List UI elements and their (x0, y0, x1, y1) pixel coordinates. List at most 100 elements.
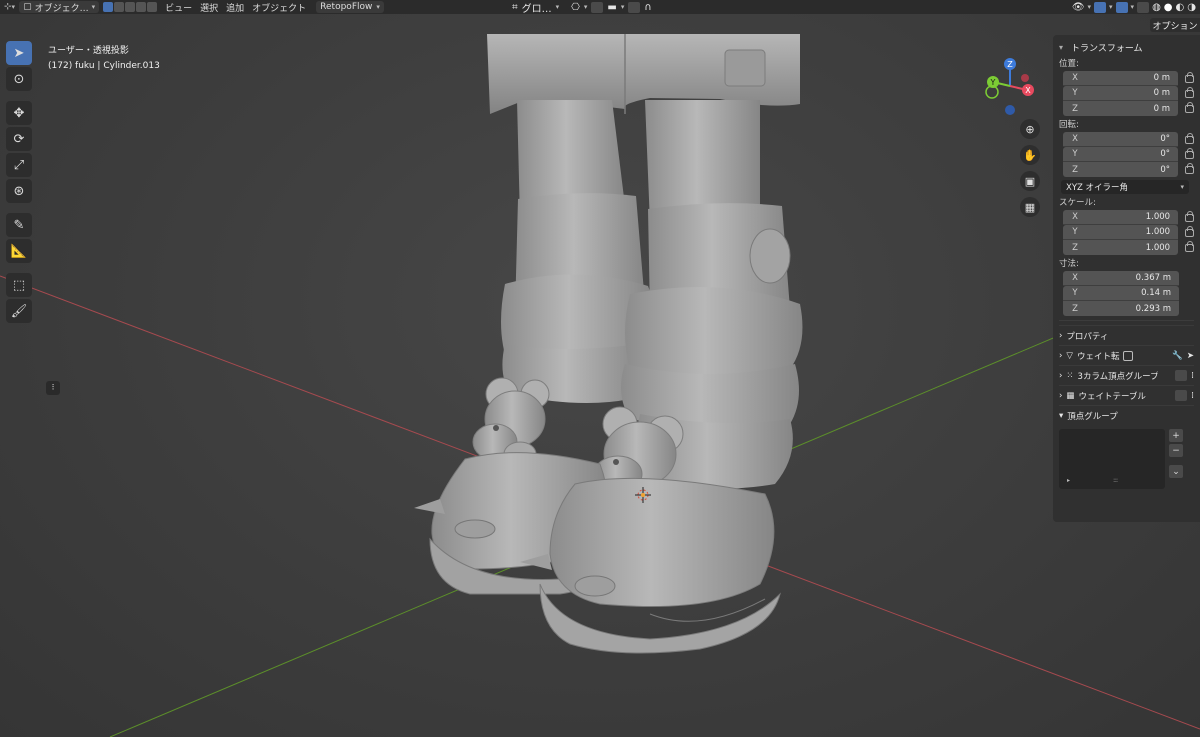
scale-label: スケール: (1059, 198, 1096, 208)
rotation-y-field[interactable]: Y 0° (1063, 147, 1179, 162)
menu-object[interactable]: オブジェクト (248, 0, 310, 14)
location-x-field[interactable]: X 0 m (1063, 71, 1179, 86)
retopoflow-button[interactable]: RetopoFlow ▾ (316, 1, 384, 13)
menu-select[interactable]: 選択 (196, 0, 222, 14)
transform-tool-icon[interactable]: ⊛ (6, 179, 32, 203)
snap-type-icon[interactable]: ▬ (607, 2, 616, 13)
axis-label: Z (1072, 103, 1078, 114)
menu-view[interactable]: ビュー (161, 0, 196, 14)
viewport-header: ⊹ ▾ ▢ オブジェク… ▾ ビュー 選択 追加 オブジェクト RetopoFlo… (0, 0, 1200, 15)
lock-icon[interactable] (1185, 101, 1194, 113)
mode-label: オブジェク… (34, 3, 89, 14)
add-cube-tool-icon[interactable]: ⬚ (6, 273, 32, 297)
rotation-fields: X 0° Y 0° Z 0° (1059, 132, 1194, 177)
field-value: 0.14 m (1141, 288, 1171, 298)
rotation-mode-dropdown[interactable]: XYZ オイラー角 ▾ (1061, 180, 1189, 194)
transform-panel-header[interactable]: ▾ トランスフォーム (1059, 39, 1194, 55)
wireframe-shading-icon[interactable]: ◍ (1152, 2, 1161, 13)
solid-shading-icon[interactable]: ● (1164, 2, 1173, 13)
menu-icon[interactable]: ⌄ (1169, 465, 1183, 478)
location-y-field[interactable]: Y 0 m (1063, 86, 1179, 101)
lock-icon[interactable] (1185, 71, 1194, 83)
proportional-edit-icon[interactable] (628, 1, 641, 13)
lock-icon[interactable] (1185, 225, 1194, 237)
panel-dropdown[interactable] (1175, 370, 1188, 381)
falloff-icon[interactable]: ∩ (644, 2, 651, 13)
annotate-tool-icon[interactable]: ✎ (6, 213, 32, 237)
move-tool-icon[interactable]: ✥ (6, 101, 32, 125)
material-shading-icon[interactable]: ◐ (1176, 2, 1185, 13)
properties-panel-header[interactable]: › プロパティ (1059, 325, 1194, 345)
lock-icon[interactable] (1185, 132, 1194, 144)
select-invert-icon[interactable] (136, 2, 147, 12)
select-box-icon[interactable] (103, 2, 114, 12)
cursor-tool-icon[interactable]: ⊙ (6, 67, 32, 91)
rotate-tool-icon[interactable]: ⟳ (6, 127, 32, 151)
scale-z-field[interactable]: Z 1.000 (1063, 240, 1179, 255)
visibility-icon[interactable]: 👁 (1072, 2, 1085, 13)
expand-filter-icon[interactable]: ▸ (1067, 477, 1070, 484)
camera-icon[interactable]: ▣ (1020, 171, 1040, 191)
lock-icon[interactable] (1185, 162, 1194, 174)
add-icon[interactable]: + (1169, 429, 1183, 442)
chevron-down-icon: ▾ (1180, 183, 1184, 191)
lock-icon[interactable] (1185, 210, 1194, 222)
lock-icon[interactable] (1185, 240, 1194, 252)
vertex-groups-list: ▸ :::: + − ⌄ (1059, 429, 1194, 489)
wrench-icon[interactable]: 🔧 (1172, 351, 1183, 361)
rotation-z-field[interactable]: Z 0° (1063, 162, 1179, 177)
perspective-grid-icon[interactable]: ▦ (1020, 197, 1040, 217)
gizmo-toggle-icon[interactable] (1094, 1, 1107, 13)
gizmo-neg-x[interactable] (1021, 74, 1029, 82)
remove-icon[interactable]: − (1169, 444, 1183, 457)
mode-dropdown[interactable]: ▢ オブジェク… ▾ (19, 1, 100, 14)
vertex-group-listbox[interactable]: ▸ :::: (1059, 429, 1165, 489)
paint-tool-icon[interactable]: 🖌 (6, 299, 32, 323)
scale-x-field[interactable]: X 1.000 (1063, 210, 1179, 225)
dimensions-x-field[interactable]: X 0.367 m (1063, 271, 1179, 286)
rendered-shading-icon[interactable]: ◑ (1187, 2, 1196, 13)
lock-icon[interactable] (1185, 86, 1194, 98)
select-extend-icon[interactable] (114, 2, 125, 12)
editor-type-button[interactable]: ⊹ ▾ (0, 0, 19, 14)
resize-grip-icon[interactable]: :::: (1113, 477, 1118, 484)
select-subtract-icon[interactable] (125, 2, 136, 12)
options-button[interactable]: オプション (1150, 18, 1200, 32)
lock-icon[interactable] (1185, 147, 1194, 159)
overlay-toggle-icon[interactable] (1115, 1, 1128, 13)
pan-hand-icon[interactable]: ✋ (1020, 145, 1040, 165)
axis-label: Z (1072, 164, 1078, 175)
drag-handle-icon[interactable]: ⁞ (1191, 371, 1194, 381)
properties-label: プロパティ (1066, 331, 1109, 342)
rotation-x-field[interactable]: X 0° (1063, 132, 1179, 147)
select-intersect-icon[interactable] (147, 2, 158, 12)
snap-toggle-icon[interactable] (591, 1, 604, 13)
menu-add[interactable]: 追加 (222, 0, 248, 14)
vertex-groups-panel-header[interactable]: ▾ 頂点グループ (1059, 405, 1194, 425)
weight-transfer-panel-header[interactable]: › ▽ ウェイト転 🔧 ➤ (1059, 345, 1194, 365)
gizmo-neg-z[interactable] (1005, 105, 1015, 115)
navigation-gizmo[interactable]: Z X Y (975, 54, 1045, 119)
xray-toggle-icon[interactable] (1137, 1, 1150, 13)
select-mode-icons[interactable] (99, 2, 161, 12)
measure-tool-icon[interactable]: 📐 (6, 239, 32, 263)
axis-label: Y (1072, 149, 1078, 159)
dimensions-y-field[interactable]: Y 0.14 m (1063, 286, 1179, 301)
weight-table-panel-header[interactable]: › ▦ ウェイトテーブル ⁞ (1059, 385, 1194, 405)
toolbar-toggle-icon[interactable]: ⁝ (46, 381, 60, 395)
dimensions-z-field[interactable]: Z 0.293 m (1063, 301, 1179, 316)
orientation-dropdown[interactable]: グロ… (522, 0, 552, 15)
cursor-icon[interactable]: ➤ (1187, 351, 1194, 361)
drag-handle-icon[interactable]: ⁞ (1191, 391, 1194, 401)
scale-tool-icon[interactable]: ⤢ (6, 153, 32, 177)
pivot-icon[interactable]: ⎔ (571, 2, 580, 13)
location-z-field[interactable]: Z 0 m (1063, 101, 1179, 116)
3d-viewport[interactable]: ユーザー・透視投影 (172) fuku | Cylinder.013 ⁝ Z … (0, 14, 1200, 737)
zoom-icon[interactable]: ⊕ (1020, 119, 1040, 139)
scale-y-field[interactable]: Y 1.000 (1063, 225, 1179, 240)
three-column-panel-header[interactable]: › ⁙ 3カラム頂点グループ ⁞ (1059, 365, 1194, 385)
panel-dropdown[interactable] (1175, 390, 1188, 401)
select-tool-icon[interactable]: ➤ (6, 41, 32, 65)
rotation-label: 回転: (1059, 120, 1079, 130)
axis-label: X (1072, 212, 1078, 222)
